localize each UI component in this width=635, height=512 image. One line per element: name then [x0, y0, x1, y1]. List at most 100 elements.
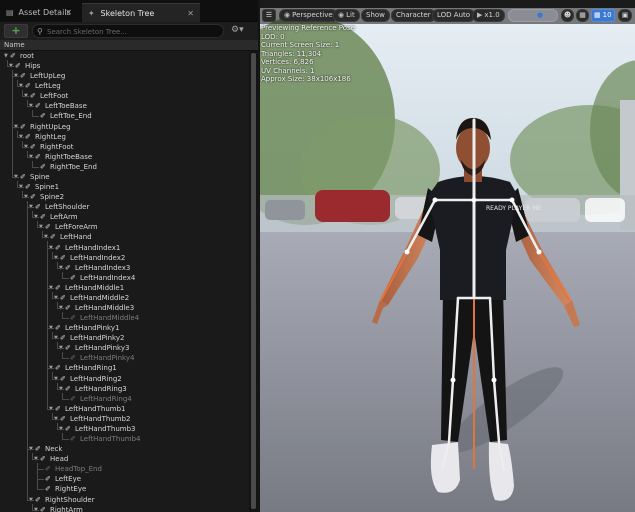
- bone-icon: ✐: [70, 273, 76, 282]
- bone-icon: ✐: [45, 485, 51, 494]
- bone-row-lefthandindex1[interactable]: ▼ ✐ LeftHandIndex1: [0, 243, 248, 253]
- tree-connector: [12, 176, 19, 178]
- bone-row-lefthandthumb2[interactable]: ▼ ✐ LeftHandThumb2: [0, 414, 248, 424]
- lit-button[interactable]: ◉ Lit: [333, 9, 360, 22]
- tree-connector: [27, 156, 34, 158]
- close-icon[interactable]: ✕: [65, 3, 72, 22]
- grid-toggle-icon[interactable]: ▦: [576, 9, 589, 22]
- bone-row-rightfoot[interactable]: ▼ ✐ RightFoot: [0, 142, 248, 152]
- bone-icon: ✐: [65, 263, 71, 272]
- tree-connector: [62, 358, 69, 360]
- bone-label: Spine1: [35, 183, 60, 192]
- tab-asset-details[interactable]: ▤ Asset Details ✕: [0, 3, 78, 22]
- bone-row-lefthandindex4[interactable]: ✐ LeftHandIndex4: [0, 273, 248, 283]
- tree-connector: [62, 277, 69, 279]
- tree-connector: [27, 207, 34, 209]
- close-icon[interactable]: ✕: [187, 4, 194, 23]
- bone-row-lefthandmiddle1[interactable]: ▼ ✐ LeftHandMiddle1: [0, 283, 248, 293]
- add-button[interactable]: +: [4, 24, 28, 38]
- bone-row-leftshoulder[interactable]: ▼ ✐ LeftShoulder: [0, 202, 248, 212]
- bone-row-lefttoebase[interactable]: ▼ ✐ LeftToeBase: [0, 101, 248, 111]
- tree-connector: [57, 267, 64, 269]
- tree-connector: [37, 469, 44, 471]
- highlight-icon: ●: [537, 11, 544, 19]
- tree-connector: [47, 408, 54, 410]
- bone-label: LeftHandIndex1: [65, 243, 121, 252]
- joint-right-shoulder: [509, 197, 515, 203]
- bone-row-spine1[interactable]: ▼ ✐ Spine1: [0, 182, 248, 192]
- bone-label: LeftLeg: [35, 82, 61, 91]
- bone-row-lefthandmiddle3[interactable]: ▼ ✐ LeftHandMiddle3: [0, 303, 248, 313]
- character-button[interactable]: Character: [391, 9, 436, 22]
- bone-row-hips[interactable]: ▼ ✐ Hips: [0, 61, 248, 71]
- bone-label: LeftUpLeg: [30, 72, 66, 81]
- play-icon: ▶: [477, 11, 483, 19]
- bone-icon: ✐: [20, 172, 26, 181]
- bone-label: LeftHandMiddle1: [65, 283, 125, 292]
- bone-row-leftupleg[interactable]: ▼ ✐ LeftUpLeg: [0, 71, 248, 81]
- tree-connector: [47, 368, 54, 370]
- bone-row-spine[interactable]: ▼ ✐ Spine: [0, 172, 248, 182]
- hamburger-icon[interactable]: ☰: [262, 9, 276, 22]
- bone-row-lefthandring1[interactable]: ▼ ✐ LeftHandRing1: [0, 363, 248, 373]
- preview-viewport[interactable]: READY PLAYER ME ☰ ◉ Perspective ◉ Lit Sh…: [260, 0, 635, 512]
- layout-icon[interactable]: ▣: [618, 9, 632, 22]
- bone-row-neck[interactable]: ▼ ✐ Neck: [0, 444, 248, 454]
- tree-connector: [32, 217, 39, 219]
- bone-row-lefthandmiddle4[interactable]: ✐ LeftHandMiddle4: [0, 313, 248, 323]
- tree-connector: [57, 348, 64, 350]
- bone-row-lefthandthumb4[interactable]: ✐ LeftHandThumb4: [0, 434, 248, 444]
- bone-tree: ▼ ✐ root ▼ ✐ Hips ▼ ✐ LeftUpLeg ▼ ✐ LeftLeg ▼ ✐ LeftFo…: [0, 51, 248, 512]
- gear-icon[interactable]: ⚙▾: [231, 24, 244, 37]
- bone-row-leftfoot[interactable]: ▼ ✐ LeftFoot: [0, 91, 248, 101]
- name-column-header[interactable]: Name: [0, 40, 258, 51]
- perspective-button[interactable]: ◉ Perspective: [279, 9, 338, 22]
- bone-row-lefthandpinky1[interactable]: ▼ ✐ LeftHandPinky1: [0, 323, 248, 333]
- bone-label: HeadTop_End: [55, 465, 102, 474]
- bone-row-lefthandthumb3[interactable]: ▼ ✐ LeftHandThumb3: [0, 424, 248, 434]
- bone-row-spine2[interactable]: ▼ ✐ Spine2: [0, 192, 248, 202]
- bone-label: Neck: [45, 445, 63, 454]
- bone-row-lefthandindex3[interactable]: ▼ ✐ LeftHandIndex3: [0, 263, 248, 273]
- bone-row-lefthandmiddle2[interactable]: ▼ ✐ LeftHandMiddle2: [0, 293, 248, 303]
- bone-row-lefthandpinky4[interactable]: ✐ LeftHandPinky4: [0, 353, 248, 363]
- grid-size-button[interactable]: ▦ 10: [591, 9, 615, 22]
- toggle-group[interactable]: ●: [508, 9, 558, 22]
- bone-row-lefthandthumb1[interactable]: ▼ ✐ LeftHandThumb1: [0, 404, 248, 414]
- bone-row-lefthandindex2[interactable]: ▼ ✐ LeftHandIndex2: [0, 253, 248, 263]
- tab-skeleton-tree[interactable]: ✦ Skeleton Tree ✕: [82, 3, 200, 22]
- speed-button[interactable]: ▶ x1.0: [472, 9, 505, 22]
- bone-icon: ✐: [40, 455, 46, 464]
- person-icon[interactable]: ☻: [561, 9, 574, 22]
- bone-icon: ✐: [35, 152, 41, 161]
- bone-row-rightshoulder[interactable]: ▼ ✐ RightShoulder: [0, 495, 248, 505]
- show-button[interactable]: Show: [361, 9, 390, 22]
- bone-label: LeftShoulder: [45, 203, 90, 212]
- bone-row-righttoebase[interactable]: ▼ ✐ RightToeBase: [0, 152, 248, 162]
- bone-label: LeftHandPinky2: [70, 334, 125, 343]
- bone-row-rightleg[interactable]: ▼ ✐ RightLeg: [0, 132, 248, 142]
- bone-row-rightupleg[interactable]: ▼ ✐ RightUpLeg: [0, 122, 248, 132]
- bone-row-leftleg[interactable]: ▼ ✐ LeftLeg: [0, 81, 248, 91]
- tree-connector: [47, 247, 54, 249]
- bone-icon: ✐: [25, 82, 31, 91]
- bone-row-lefthand[interactable]: ▼ ✐ LeftHand: [0, 232, 248, 242]
- bone-row-rightarm[interactable]: ▼ ✐ RightArm: [0, 505, 248, 512]
- bone-label: RightArm: [50, 505, 83, 512]
- bone-icon: ✐: [55, 283, 61, 292]
- bone-row-lefthandpinky3[interactable]: ▼ ✐ LeftHandPinky3: [0, 343, 248, 353]
- tree-scrollbar[interactable]: [249, 51, 258, 512]
- lod-button[interactable]: LOD Auto: [432, 9, 476, 22]
- bone-row-lefthandpinky2[interactable]: ▼ ✐ LeftHandPinky2: [0, 333, 248, 343]
- bone-row-lefthandring3[interactable]: ▼ ✐ LeftHandRing3: [0, 384, 248, 394]
- bone-row-lefthandring2[interactable]: ▼ ✐ LeftHandRing2: [0, 374, 248, 384]
- bone-row-root[interactable]: ▼ ✐ root: [0, 51, 248, 61]
- scrollbar-thumb[interactable]: [251, 53, 256, 509]
- bone-label: LeftHandPinky1: [65, 324, 120, 333]
- bone-row-lefthandring4[interactable]: ✐ LeftHandRing4: [0, 394, 248, 404]
- bone-icon: ✐: [25, 183, 31, 192]
- stat-line: Triangles: 11,304: [261, 49, 322, 58]
- search-input[interactable]: [47, 26, 217, 37]
- tree-connector: [52, 418, 59, 420]
- lit-sphere-icon: ◉: [338, 11, 345, 19]
